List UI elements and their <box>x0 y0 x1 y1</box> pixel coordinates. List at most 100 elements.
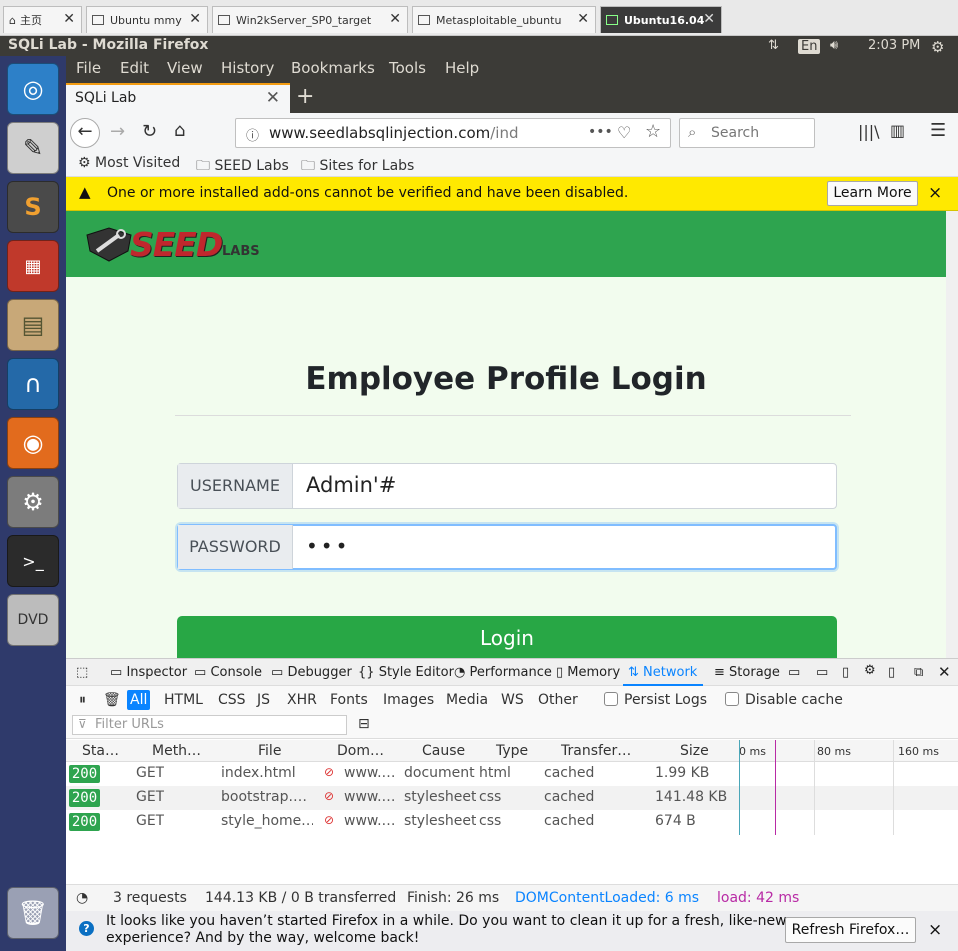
vm-tab-home[interactable]: ⌂ 主页 ✕ <box>3 6 82 33</box>
close-icon[interactable]: ✕ <box>189 11 201 27</box>
password-input[interactable]: ••• <box>306 534 350 558</box>
col-cause[interactable]: Cause <box>422 743 465 759</box>
firefox-icon[interactable]: ◉ <box>7 417 59 469</box>
page-actions-button[interactable]: ••• <box>588 124 613 140</box>
vm-tab-metasploitable[interactable]: Metasploitable_ubuntu ✕ <box>412 6 596 33</box>
password-field[interactable]: PASSWORD ••• <box>177 524 837 570</box>
checkbox[interactable] <box>604 692 618 706</box>
system-settings-icon[interactable]: ⚙ <box>7 476 59 528</box>
dvd-icon[interactable]: DVD <box>7 594 59 646</box>
filter-images[interactable]: Images <box>380 690 437 710</box>
tab-sqli-lab[interactable]: SQLi Lab ✕ <box>66 83 290 113</box>
network-arrows-icon[interactable]: ⇅ <box>768 38 779 53</box>
close-devtools-icon[interactable]: ✕ <box>938 663 951 681</box>
devtools-tab-performance[interactable]: ◔ Performance <box>454 665 552 680</box>
bookmark-most-visited[interactable]: ⚙ Most Visited <box>78 155 180 171</box>
site-info-icon[interactable]: ⓘ <box>246 125 259 144</box>
bookmark-sites-for-labs[interactable]: 🗀 Sites for Labs <box>301 155 414 179</box>
login-button[interactable]: Login <box>177 616 837 658</box>
reload-button[interactable]: ↻ <box>142 121 157 142</box>
refresh-firefox-button[interactable]: Refresh Firefox… <box>785 917 916 943</box>
sidebar-icon[interactable]: ▥ <box>890 121 905 140</box>
menu-history[interactable]: History <box>221 59 274 77</box>
keyboard-layout-indicator[interactable]: En <box>798 39 821 54</box>
col-file[interactable]: File <box>258 743 281 759</box>
vm-tab-ubuntu-mmy[interactable]: Ubuntu mmy ✕ <box>86 6 208 33</box>
wireshark-icon[interactable]: ∩ <box>7 358 59 410</box>
filter-html[interactable]: HTML <box>161 690 206 710</box>
vm-tab-ubuntu1604[interactable]: Ubuntu16.04 ✕ <box>600 6 722 33</box>
page-scrollbar[interactable] <box>946 211 958 658</box>
close-tab-icon[interactable]: ✕ <box>266 88 280 108</box>
pause-icon[interactable]: ⏸ <box>76 690 89 710</box>
devtools-tab-memory[interactable]: ▯ Memory <box>556 665 620 680</box>
close-icon[interactable]: ✕ <box>63 11 75 27</box>
vm-tab-win2kserver[interactable]: Win2kServer_SP0_target ✕ <box>212 6 408 33</box>
search-box[interactable]: ⌕ Search <box>679 118 815 148</box>
filter-other[interactable]: Other <box>535 690 581 710</box>
col-size[interactable]: Size <box>680 743 709 759</box>
filter-ws[interactable]: WS <box>498 690 527 710</box>
new-tab-button[interactable]: + <box>296 84 314 109</box>
clock[interactable]: 2:03 PM <box>868 38 920 53</box>
menu-tools[interactable]: Tools <box>389 59 426 77</box>
library-icon[interactable]: |||\ <box>858 122 880 141</box>
learn-more-button[interactable]: Learn More <box>827 181 918 206</box>
settings-gear-icon[interactable]: ⚙ <box>864 663 876 678</box>
menu-file[interactable]: File <box>76 59 101 77</box>
menu-bookmarks[interactable]: Bookmarks <box>291 59 375 77</box>
table-row[interactable]: 200 GET bootstrap.… ⊘ www.… stylesheet c… <box>66 786 958 810</box>
dock-side-icon[interactable]: ▯ <box>888 665 895 680</box>
filter-all[interactable]: All <box>127 690 151 710</box>
back-button[interactable]: ← <box>70 118 100 148</box>
username-field[interactable]: USERNAME Admin'# <box>177 463 837 509</box>
close-notification-button[interactable]: × <box>928 183 942 203</box>
username-input[interactable]: Admin'# <box>306 473 396 497</box>
bookmark-star-icon[interactable]: ☆ <box>645 121 661 142</box>
devtools-tab-console[interactable]: ▭ Console <box>194 665 262 680</box>
col-status[interactable]: Sta… <box>82 743 119 759</box>
filter-media[interactable]: Media <box>443 690 491 710</box>
terminal-icon[interactable]: >_ <box>7 535 59 587</box>
terminal-split-icon[interactable]: ▦ <box>7 240 59 292</box>
close-notification-button[interactable]: × <box>928 920 942 940</box>
devtools-tab-network[interactable]: ⇅ Network <box>628 665 697 680</box>
filter-js[interactable]: JS <box>254 690 273 710</box>
forward-button[interactable]: → <box>110 121 125 142</box>
col-transferred[interactable]: Transfer… <box>561 743 631 759</box>
clear-trash-icon[interactable]: 🗑︎ <box>100 690 124 710</box>
performance-analysis-icon[interactable]: ◔ <box>76 890 88 906</box>
menu-view[interactable]: View <box>167 59 203 77</box>
bookmark-seed-labs[interactable]: 🗀 SEED Labs <box>196 155 289 179</box>
devtools-tab-storage[interactable]: ≡ Storage <box>714 665 780 680</box>
hamburger-menu-icon[interactable]: ☰ <box>930 120 946 141</box>
table-row[interactable]: 200 GET style_home.… ⊘ www.… stylesheet … <box>66 810 958 834</box>
close-icon[interactable]: ✕ <box>703 11 715 27</box>
volume-icon[interactable]: 🔊︎ <box>830 38 838 53</box>
gear-icon[interactable]: ⚙ <box>931 38 944 56</box>
persist-logs-toggle[interactable]: Persist Logs <box>601 690 710 710</box>
element-picker-icon[interactable]: ⬚ <box>76 665 88 680</box>
col-method[interactable]: Meth… <box>152 743 201 759</box>
filter-urls-input[interactable]: Filter URLs <box>72 715 347 735</box>
file-manager-icon[interactable]: ▤ <box>7 299 59 351</box>
toggle-sidebar-icon[interactable]: ⊟ <box>358 716 370 732</box>
close-icon[interactable]: ✕ <box>389 11 401 27</box>
home-button[interactable]: ⌂ <box>174 120 185 141</box>
scratchpad-icon[interactable]: ▭ <box>816 665 828 680</box>
responsive-design-icon[interactable]: ▭ <box>788 665 800 680</box>
table-row[interactable]: 200 GET index.html ⊘ www.… document html… <box>66 762 958 786</box>
devtools-tab-style-editor[interactable]: {} Style Editor <box>358 665 454 680</box>
filter-fonts[interactable]: Fonts <box>327 690 371 710</box>
col-domain[interactable]: Dom… <box>337 743 384 759</box>
disable-cache-toggle[interactable]: Disable cache <box>722 690 846 710</box>
close-icon[interactable]: ✕ <box>577 11 589 27</box>
devtools-tab-debugger[interactable]: ▭ Debugger <box>271 665 352 680</box>
menu-edit[interactable]: Edit <box>120 59 149 77</box>
devtools-tab-inspector[interactable]: ▭ Inspector <box>110 665 187 680</box>
filter-xhr[interactable]: XHR <box>284 690 320 710</box>
ubuntu-dash-icon[interactable]: ◎ <box>7 63 59 115</box>
checkbox[interactable] <box>725 692 739 706</box>
sublime-text-icon[interactable]: S <box>7 181 59 233</box>
text-editor-icon[interactable]: ✎ <box>7 122 59 174</box>
